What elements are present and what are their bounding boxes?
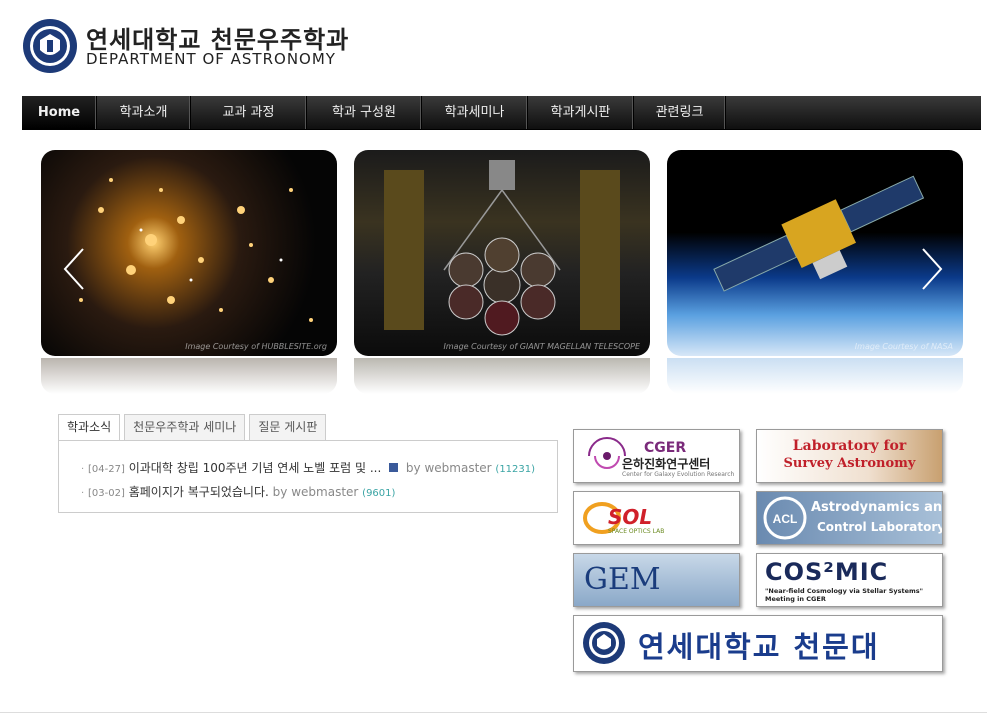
nav-item-seminar[interactable]: 학과세미나 (422, 96, 528, 129)
yonsei-observatory-banner-link[interactable]: 연세대학교 천문대 (573, 615, 943, 672)
cosmic-title: COS²MIC (765, 558, 889, 586)
cger-title: CGER (644, 440, 687, 456)
post-date: [04-27] (88, 464, 125, 475)
telescope-image (384, 160, 620, 336)
slider-prev-arrow-icon[interactable] (61, 245, 87, 293)
post-author: by webmaster (405, 461, 492, 475)
slide-credit: Image Courtesy of NASA (854, 342, 953, 351)
footer-divider (0, 712, 987, 713)
nav-item-board[interactable]: 학과게시판 (528, 96, 634, 129)
slide-credit: Image Courtesy of HUBBLESITE.org (185, 342, 327, 351)
nav-item-about[interactable]: 학과소개 (97, 96, 191, 129)
cger-subtitle: Center for Galaxy Evolution Research (622, 471, 735, 478)
sol-subtitle: SPACE OPTICS LAB (608, 528, 665, 535)
news-board: · [04-27] 이과대학 창립 100주년 기념 연세 노벨 포럼 및 ..… (58, 440, 558, 513)
post-title-link[interactable]: 이과대학 창립 100주년 기념 연세 노벨 포럼 및 ... (129, 461, 382, 475)
tab-department-news[interactable]: 학과소식 (58, 414, 121, 441)
sol-title: SOL (608, 505, 653, 529)
yonsei-seal-icon (583, 622, 625, 664)
cger-banner-link[interactable]: CGER 은하진화연구센터 Center for Galaxy Evolutio… (573, 429, 740, 483)
slide-reflection (354, 358, 650, 394)
slide-giant-magellan-telescope[interactable]: Image Courtesy of GIANT MAGELLAN TELESCO… (354, 150, 650, 356)
acl-title-line2: Control Laboratory (817, 520, 943, 534)
cosmic-subtitle-line1: "Near-field Cosmology via Stellar System… (765, 587, 924, 595)
gem-title: GEM (584, 562, 661, 597)
bullet-icon: · (81, 464, 85, 475)
bullet-icon: · (81, 488, 85, 499)
post-date: [03-02] (88, 488, 125, 499)
cosmic-subtitle-line2: Meeting in CGER (765, 595, 826, 603)
survey-astronomy-lab-banner-link[interactable]: Laboratory for Survey Astronomy (756, 429, 943, 483)
list-item: · [03-02] 홈페이지가 복구되었습니다. by webmaster (9… (81, 483, 395, 500)
post-view-count: (9601) (362, 488, 396, 499)
tab-qna-board[interactable]: 질문 게시판 (249, 414, 327, 440)
nav-item-members[interactable]: 학과 구성원 (307, 96, 422, 129)
post-title-link[interactable]: 홈페이지가 복구되었습니다. (129, 485, 269, 499)
cger-korean-name: 은하진화연구센터 (622, 457, 711, 471)
lsa-title-line1: Laboratory for (792, 438, 907, 454)
lsa-title-line2: Survey Astronomy (783, 456, 916, 471)
gem-banner-link[interactable]: GEM (573, 553, 740, 607)
slide-reflection (41, 358, 337, 394)
acl-banner-link[interactable]: ACL Astrodynamics and Control Laboratory (756, 491, 943, 545)
yonsei-seal-logo[interactable] (22, 18, 78, 74)
acl-title-line1: Astrodynamics and (811, 500, 943, 515)
cosmic-banner-link[interactable]: COS²MIC "Near-field Cosmology via Stella… (756, 553, 943, 607)
slider-next-arrow-icon[interactable] (919, 245, 945, 293)
site-header: 연세대학교 천문우주학과 DEPARTMENT OF ASTRONOMY (22, 18, 422, 78)
slide-reflection (667, 358, 963, 394)
image-slider: Image Courtesy of HUBBLESITE.org Image C… (41, 150, 963, 395)
post-view-count: (11231) (495, 464, 536, 475)
nav-item-curriculum[interactable]: 교과 과정 (191, 96, 307, 129)
site-title-english[interactable]: DEPARTMENT OF ASTRONOMY (86, 50, 336, 68)
svg-text:ACL: ACL (773, 512, 798, 526)
slide-credit: Image Courtesy of GIANT MAGELLAN TELESCO… (443, 342, 640, 351)
observatory-title: 연세대학교 천문대 (638, 630, 880, 664)
tab-seminar[interactable]: 천문우주학과 세미나 (124, 414, 246, 440)
sol-banner-link[interactable]: SOL SPACE OPTICS LAB (573, 491, 740, 545)
acl-emblem-icon: ACL (763, 496, 807, 540)
list-item: · [04-27] 이과대학 창립 100주년 기념 연세 노벨 포럼 및 ..… (81, 459, 535, 476)
file-attachment-icon (389, 463, 399, 472)
board-tabs: 학과소식 천문우주학과 세미나 질문 게시판 (58, 414, 330, 441)
main-navigation: Home 학과소개 교과 과정 학과 구성원 학과세미나 학과게시판 관련링크 (22, 96, 981, 130)
post-author: by webmaster (272, 485, 359, 499)
nav-item-home[interactable]: Home (22, 96, 97, 129)
nav-item-links[interactable]: 관련링크 (634, 96, 726, 129)
